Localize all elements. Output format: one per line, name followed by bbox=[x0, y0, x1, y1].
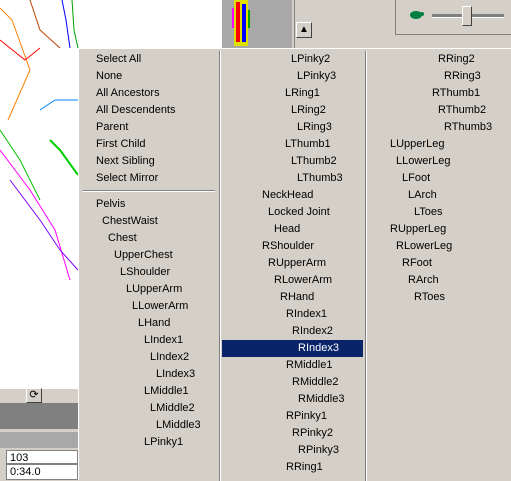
joint-item[interactable]: RArch bbox=[408, 272, 439, 289]
refresh-icon[interactable]: ⟳ bbox=[26, 388, 42, 403]
joint-item[interactable]: LUpperLeg bbox=[390, 136, 444, 153]
joint-item[interactable]: LFoot bbox=[402, 170, 430, 187]
menu-item-parent[interactable]: Parent bbox=[96, 119, 128, 136]
joint-item[interactable]: RToes bbox=[414, 289, 445, 306]
joint-item[interactable]: RPinky2 bbox=[292, 425, 333, 442]
joint-item[interactable]: LUpperArm bbox=[126, 281, 182, 298]
scroll-button[interactable]: ▲ bbox=[296, 22, 312, 38]
joint-item[interactable]: LIndex3 bbox=[156, 366, 195, 383]
joint-item[interactable]: Pelvis bbox=[96, 196, 125, 213]
figure-icon bbox=[232, 0, 250, 46]
timeline-bar[interactable] bbox=[0, 432, 78, 448]
joint-item[interactable]: RRing2 bbox=[438, 51, 475, 68]
joint-item[interactable]: LPinky3 bbox=[297, 68, 336, 85]
joint-item[interactable]: RPinky1 bbox=[286, 408, 327, 425]
joint-item[interactable]: Chest bbox=[108, 230, 137, 247]
joint-item[interactable]: ChestWaist bbox=[102, 213, 158, 230]
joint-item[interactable]: LHand bbox=[138, 315, 170, 332]
joint-item[interactable]: LArch bbox=[408, 187, 437, 204]
menu-item-select-mirror[interactable]: Select Mirror bbox=[96, 170, 158, 187]
column-divider bbox=[365, 51, 366, 481]
joint-item[interactable]: LToes bbox=[414, 204, 443, 221]
menu-item-all-descendents[interactable]: All Descendents bbox=[96, 102, 176, 119]
turtle-icon bbox=[410, 11, 424, 19]
joint-item[interactable]: RShoulder bbox=[262, 238, 314, 255]
frame-number-field[interactable]: 103 bbox=[6, 450, 78, 464]
menu-item-next-sibling[interactable]: Next Sibling bbox=[96, 153, 155, 170]
joint-item[interactable]: RThumb3 bbox=[444, 119, 492, 136]
menu-item-select-all[interactable]: Select All bbox=[96, 51, 141, 68]
joint-item[interactable]: RMiddle3 bbox=[298, 391, 344, 408]
menu-item-all-ancestors[interactable]: All Ancestors bbox=[96, 85, 160, 102]
joint-item[interactable]: RIndex1 bbox=[286, 306, 327, 323]
joint-item[interactable]: RRing3 bbox=[444, 68, 481, 85]
select-context-menu: Select All None All Ancestors All Descen… bbox=[78, 48, 511, 481]
joint-item-selected[interactable]: RIndex3 bbox=[222, 340, 363, 357]
joint-item[interactable]: RThumb1 bbox=[432, 85, 480, 102]
joint-item[interactable]: RRing1 bbox=[286, 459, 323, 476]
joint-item[interactable]: LThumb2 bbox=[291, 153, 337, 170]
joint-item[interactable]: LIndex2 bbox=[150, 349, 189, 366]
joint-item[interactable]: NeckHead bbox=[262, 187, 313, 204]
joint-item[interactable]: LShoulder bbox=[120, 264, 170, 281]
joint-item[interactable]: LRing1 bbox=[285, 85, 320, 102]
joint-item[interactable]: LThumb3 bbox=[297, 170, 343, 187]
joint-item[interactable]: LRing2 bbox=[291, 102, 326, 119]
joint-item[interactable]: LRing3 bbox=[297, 119, 332, 136]
menu-item-first-child[interactable]: First Child bbox=[96, 136, 146, 153]
joint-item[interactable]: RLowerLeg bbox=[396, 238, 452, 255]
joint-item[interactable]: Locked Joint bbox=[268, 204, 330, 221]
joint-item[interactable]: RLowerArm bbox=[274, 272, 332, 289]
timecode-field[interactable]: 0:34.0 bbox=[6, 464, 78, 480]
joint-item[interactable]: RUpperLeg bbox=[390, 221, 446, 238]
joint-item[interactable]: LMiddle3 bbox=[156, 417, 201, 434]
timeline-panel bbox=[0, 403, 78, 429]
joint-item[interactable]: LMiddle1 bbox=[144, 383, 189, 400]
joint-item[interactable]: RUpperArm bbox=[268, 255, 326, 272]
joint-item[interactable]: LPinky1 bbox=[144, 434, 183, 451]
speed-slider-thumb[interactable] bbox=[462, 6, 472, 26]
figure-thumbnail[interactable] bbox=[222, 0, 292, 50]
joint-item[interactable]: LThumb1 bbox=[285, 136, 331, 153]
column-divider bbox=[219, 51, 220, 481]
joint-item[interactable]: RMiddle2 bbox=[292, 374, 338, 391]
joint-item[interactable]: LPinky2 bbox=[291, 51, 330, 68]
joint-item[interactable]: LLowerArm bbox=[132, 298, 188, 315]
joint-item[interactable]: RPinky3 bbox=[298, 442, 339, 459]
joint-item[interactable]: UpperChest bbox=[114, 247, 173, 264]
joint-item[interactable]: LLowerLeg bbox=[396, 153, 450, 170]
joint-item[interactable]: RHand bbox=[280, 289, 314, 306]
joint-item[interactable]: RIndex2 bbox=[292, 323, 333, 340]
menu-separator bbox=[83, 190, 215, 191]
joint-item[interactable]: RFoot bbox=[402, 255, 432, 272]
joint-item[interactable]: RThumb2 bbox=[438, 102, 486, 119]
joint-item[interactable]: Head bbox=[274, 221, 300, 238]
joint-item[interactable]: RMiddle1 bbox=[286, 357, 332, 374]
scroll-arrow-icon: ▲ bbox=[299, 24, 309, 35]
joint-item[interactable]: LMiddle2 bbox=[150, 400, 195, 417]
joint-item[interactable]: LIndex1 bbox=[144, 332, 183, 349]
menu-item-none[interactable]: None bbox=[96, 68, 122, 85]
